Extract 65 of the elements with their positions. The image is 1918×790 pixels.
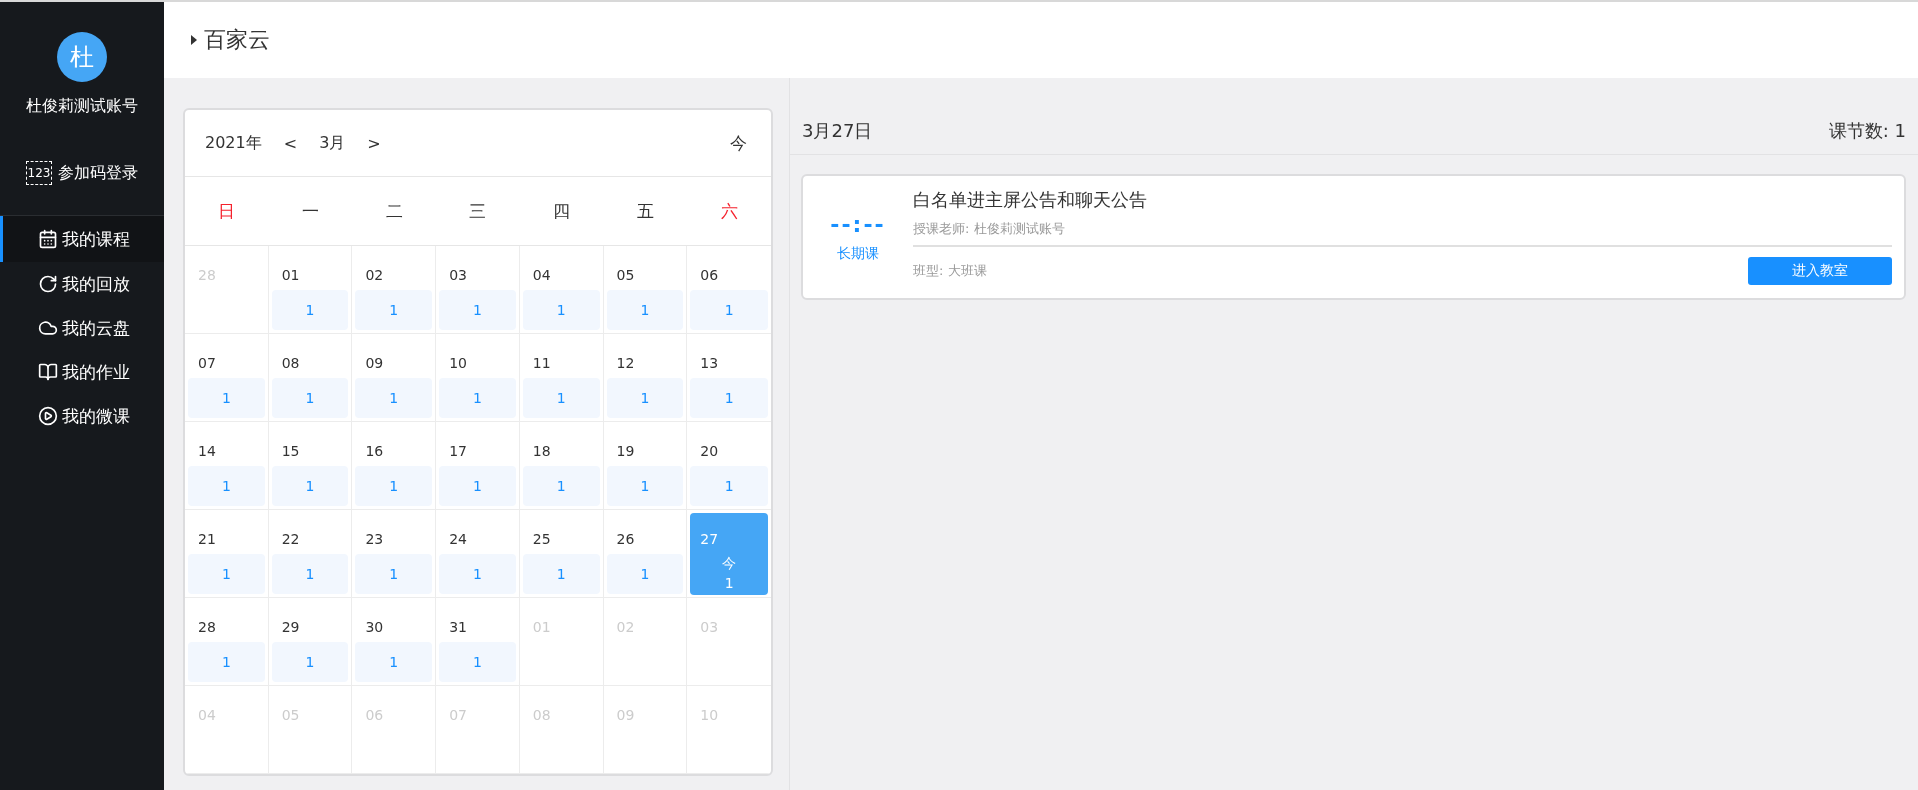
weekday-header: 三 xyxy=(436,177,520,246)
weekday-header: 二 xyxy=(352,177,437,246)
user-name: 杜俊莉测试账号 xyxy=(26,96,138,117)
lesson-title: 白名单进主屏公告和聊天公告 xyxy=(913,188,1148,212)
year-label: 2021年 xyxy=(205,132,262,154)
calendar-day[interactable]: 10 1 xyxy=(439,337,516,418)
calendar-day[interactable]: 19 1 xyxy=(606,425,684,506)
calendar-day[interactable]: 24 1 xyxy=(439,513,516,594)
sidebar-item[interactable]: 我的微课 xyxy=(0,394,164,438)
lesson-time: --:-- xyxy=(830,211,886,237)
class-type-label: 班型: 大班课 xyxy=(913,262,987,280)
calendar-day[interactable]: 29 1 xyxy=(271,601,349,682)
calendar-day[interactable]: 15 1 xyxy=(271,425,349,506)
cloud-icon xyxy=(37,318,58,338)
month-label: 3月 xyxy=(319,132,346,154)
calendar-day[interactable]: 01 1 xyxy=(271,249,349,330)
calendar-day[interactable]: 23 1 xyxy=(355,513,433,594)
calendar-day[interactable]: 16 1 xyxy=(355,425,433,506)
calendar-day[interactable]: 06 1 xyxy=(690,249,768,330)
user-avatar: 杜 xyxy=(57,32,107,82)
play-icon xyxy=(37,406,58,426)
book-icon xyxy=(37,362,58,382)
calendar-day[interactable]: 26 1 xyxy=(606,513,684,594)
calendar-day[interactable]: 31 1 xyxy=(439,601,516,682)
calendar-day[interactable]: 07 1 xyxy=(188,337,265,418)
code-icon: 123 xyxy=(25,161,53,185)
today-button[interactable]: 今 xyxy=(726,131,751,155)
sidebar-item[interactable]: 我的云盘 xyxy=(0,306,164,350)
calendar-day[interactable]: 18 1 xyxy=(522,425,600,506)
selected-date: 3月27日 xyxy=(802,119,873,143)
sidebar-item[interactable]: 我的回放 xyxy=(0,262,164,306)
calendar-day[interactable]: 20 1 xyxy=(690,425,768,506)
teacher-label: 授课老师: 杜俊莉测试账号 xyxy=(913,220,1892,247)
join-code-login-button[interactable]: 123 参加码登录 xyxy=(21,157,143,189)
calendar-day[interactable]: 11 1 xyxy=(522,337,600,418)
calendar-day[interactable]: 13 1 xyxy=(690,337,768,418)
calendar-icon xyxy=(37,229,58,249)
next-month-button[interactable]: > xyxy=(363,133,385,153)
weekday-header: 六 xyxy=(687,177,771,246)
weekday-header: 五 xyxy=(603,177,688,246)
sidebar-item[interactable]: 我的作业 xyxy=(0,350,164,394)
calendar-day[interactable]: 04 1 xyxy=(522,249,600,330)
calendar-day[interactable]: 25 1 xyxy=(522,513,600,594)
calendar-day[interactable]: 21 1 xyxy=(188,513,265,594)
weekday-header: 日 xyxy=(185,177,269,246)
weekday-header: 一 xyxy=(268,177,353,246)
calendar-day[interactable]: 17 1 xyxy=(439,425,516,506)
calendar-day[interactable]: 03 1 xyxy=(439,249,516,330)
calendar-day[interactable]: 22 1 xyxy=(271,513,349,594)
calendar-day[interactable]: 09 1 xyxy=(355,337,433,418)
lesson-type-tag: 长期课 xyxy=(837,244,879,263)
calendar-day[interactable]: 12 1 xyxy=(606,337,684,418)
calendar-day[interactable]: 08 1 xyxy=(271,337,349,418)
calendar-day[interactable]: 14 1 xyxy=(188,425,265,506)
sidebar-item[interactable]: 我的课程 xyxy=(0,216,164,262)
caret-icon xyxy=(190,34,198,46)
replay-icon xyxy=(37,274,58,294)
calendar-day[interactable]: 02 1 xyxy=(355,249,433,330)
calendar-day[interactable]: 30 1 xyxy=(355,601,433,682)
calendar-day[interactable]: 28 1 xyxy=(188,601,265,682)
prev-month-button[interactable]: < xyxy=(279,133,302,153)
page-title: 百家云 xyxy=(204,26,270,54)
weekday-header: 四 xyxy=(519,177,604,246)
calendar-day[interactable]: 05 1 xyxy=(606,249,684,330)
lesson-count: 课节数: 1 xyxy=(1828,119,1906,143)
